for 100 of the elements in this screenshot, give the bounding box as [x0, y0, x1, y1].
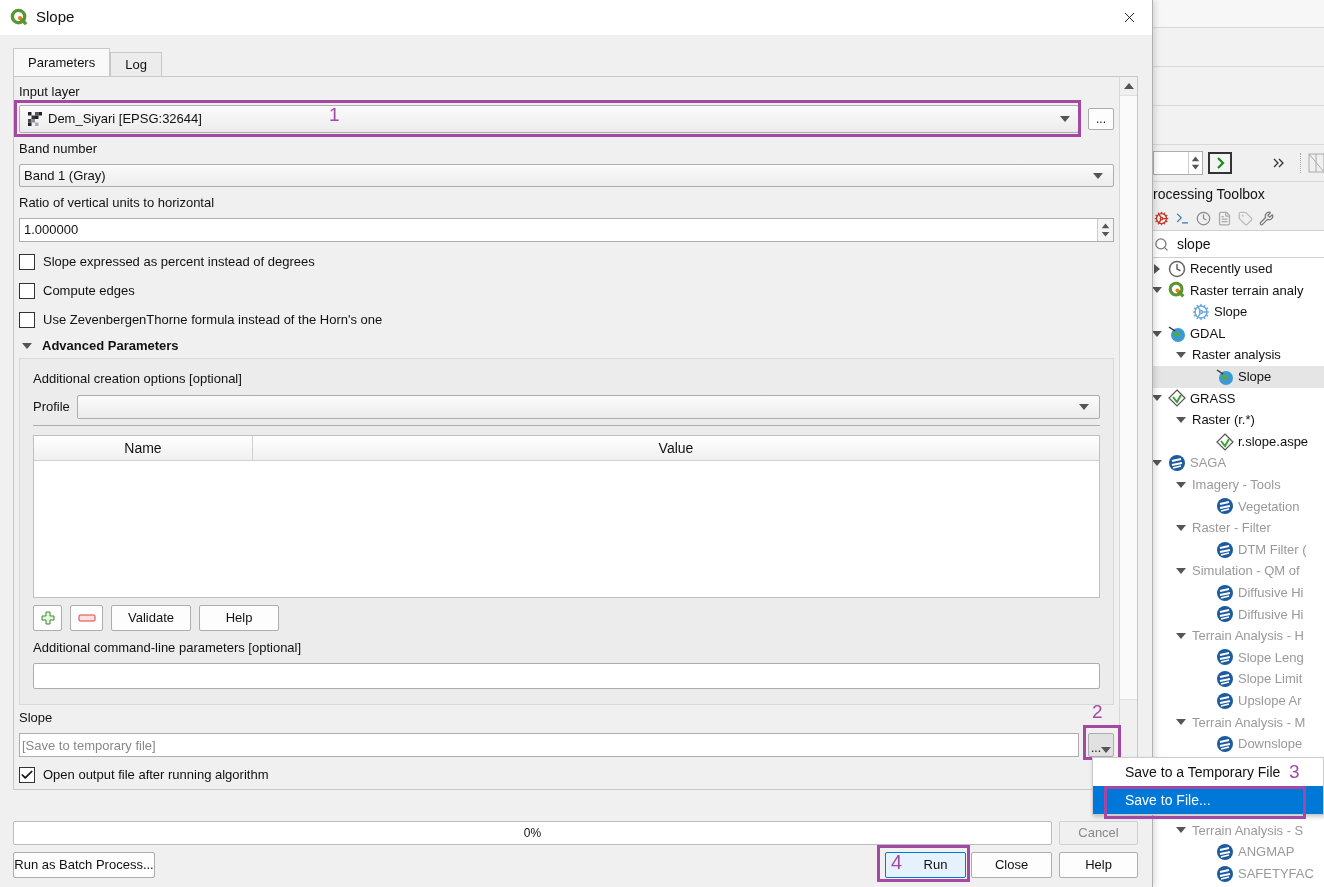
checkbox[interactable] — [19, 282, 35, 299]
checkbox-label: Slope expressed as percent instead of degrees — [43, 252, 315, 271]
plus-icon — [40, 611, 55, 625]
globe-icon — [1216, 367, 1234, 386]
gear-icon — [1192, 303, 1210, 321]
remove-button[interactable] — [70, 605, 103, 631]
spin-arrows-icon — [1188, 152, 1202, 174]
ring-icon — [1216, 605, 1234, 624]
expand-arrow-icon — [1152, 395, 1162, 402]
expand-arrow-icon — [1176, 352, 1186, 359]
q-logo-icon — [10, 8, 29, 27]
globe-icon — [1168, 324, 1186, 343]
ring-icon — [1216, 734, 1234, 753]
panel-title: rocessing Toolbox — [1153, 185, 1266, 204]
button[interactable]: Validate — [111, 605, 191, 631]
checkbox[interactable] — [19, 767, 35, 783]
wrench-icon[interactable] — [1259, 210, 1274, 226]
checkbox-label: Use ZevenbergenThorne formula instead of the Horn's one — [43, 310, 383, 329]
ring-icon — [1216, 843, 1234, 862]
menu-item[interactable]: Save to a Temporary File — [1093, 758, 1289, 786]
dialog-button[interactable]: Help — [1059, 852, 1138, 878]
section-header[interactable]: Advanced Parameters — [19, 334, 1114, 358]
annotation-number: 3 — [1289, 760, 1300, 784]
search-field[interactable]: slope — [1153, 230, 1324, 258]
window-title: Slope — [36, 7, 75, 28]
document-icon[interactable] — [1217, 210, 1232, 226]
checkbox[interactable] — [19, 311, 35, 328]
tree-item[interactable]: Slope — [1150, 301, 1324, 323]
clock-icon[interactable] — [1196, 210, 1211, 226]
input-field[interactable] — [33, 663, 1100, 689]
tab[interactable]: Log — [110, 52, 162, 76]
button[interactable]: Help — [199, 605, 279, 631]
field-label: Profile — [33, 398, 71, 417]
checkbox[interactable] — [19, 253, 35, 270]
expand-arrow-icon — [1176, 481, 1186, 488]
expand-arrow-icon — [1176, 524, 1186, 531]
tree-item[interactable]: GDAL — [1150, 322, 1324, 345]
caret-icon — [1079, 404, 1089, 410]
expand-arrow-icon — [1176, 568, 1186, 575]
tree-item[interactable]: Raster analysis — [1150, 344, 1324, 366]
tree-item[interactable]: r.slope.aspe — [1150, 430, 1324, 453]
annotation-number: 2 — [1092, 701, 1103, 723]
expand-arrow-icon — [1152, 330, 1162, 337]
checkbox-label: Compute edges — [43, 281, 135, 300]
ring-icon — [1216, 540, 1234, 559]
browse-button[interactable]: ... — [1088, 108, 1114, 130]
diamond-icon — [1216, 432, 1234, 451]
expand-arrow-icon — [1152, 287, 1162, 294]
ring-icon — [1216, 691, 1234, 710]
expand-arrow-icon — [1176, 416, 1186, 423]
terminal-icon[interactable] — [1175, 210, 1190, 226]
more-chevrons-icon[interactable] — [1273, 158, 1285, 168]
caret-icon — [1093, 172, 1103, 179]
checkbox-label: Open output file after running algorithm — [43, 766, 269, 785]
caret-icon — [1101, 747, 1111, 753]
profile-dropdown[interactable] — [77, 395, 1100, 419]
gear-icon[interactable] — [1154, 210, 1169, 226]
clock-icon — [1168, 259, 1186, 278]
dialog-button[interactable]: Close — [971, 852, 1052, 878]
output-file-field[interactable]: [Save to temporary file] — [19, 733, 1079, 757]
output-options-button[interactable]: ... — [1088, 733, 1114, 757]
ratio-spinbox[interactable]: 1.000000 — [19, 218, 1114, 242]
field-label: Additional command-line parameters [optional] — [33, 640, 303, 656]
q-logo-icon — [1168, 281, 1186, 300]
field-label: Input layer — [19, 84, 81, 100]
collapse-arrow-icon — [22, 343, 32, 349]
progress-text: 0% — [523, 825, 542, 842]
add-button[interactable] — [33, 605, 62, 631]
field-label: Additional creation options [optional] — [33, 371, 243, 387]
ring-icon — [1216, 583, 1234, 602]
scroll-up-arrow-icon — [1123, 83, 1134, 89]
minus-icon — [77, 614, 96, 622]
tree-item[interactable]: Slope — [1150, 365, 1324, 388]
ring-icon — [1216, 864, 1234, 883]
column-header[interactable]: Name — [34, 436, 253, 460]
expand-arrow-icon — [1152, 460, 1162, 467]
band-dropdown[interactable]: Band 1 (Gray) — [19, 164, 1114, 187]
diamond-icon — [1168, 389, 1186, 408]
column-header[interactable]: Value — [253, 436, 1099, 460]
caret-icon — [1060, 116, 1070, 122]
field-label: Band number — [19, 141, 99, 157]
tree-item[interactable]: Raster terrain analy — [1150, 279, 1324, 302]
expand-arrow-icon — [1176, 632, 1186, 639]
field-label: Ratio of vertical units to horizontal — [19, 195, 216, 211]
expand-arrow-icon — [1176, 827, 1186, 834]
annotation-number: 4 — [891, 850, 903, 875]
tree-item[interactable]: Raster (r.*) — [1150, 409, 1324, 431]
tree-item[interactable]: GRASS — [1150, 387, 1324, 410]
field-label: Slope — [19, 710, 53, 726]
tree-item[interactable]: Recently used — [1150, 258, 1324, 280]
tab[interactable]: Parameters — [13, 48, 111, 76]
check-icon — [20, 768, 34, 782]
spin-arrows-icon — [1097, 219, 1113, 241]
batch-process-button[interactable]: Run as Batch Process... — [13, 852, 155, 878]
spinbox[interactable] — [1153, 151, 1203, 175]
ring-icon — [1216, 670, 1234, 689]
ring-icon — [1216, 497, 1234, 516]
ring-icon — [1168, 454, 1186, 473]
ring-icon — [1216, 648, 1234, 667]
raster-layer-icon — [28, 112, 42, 126]
